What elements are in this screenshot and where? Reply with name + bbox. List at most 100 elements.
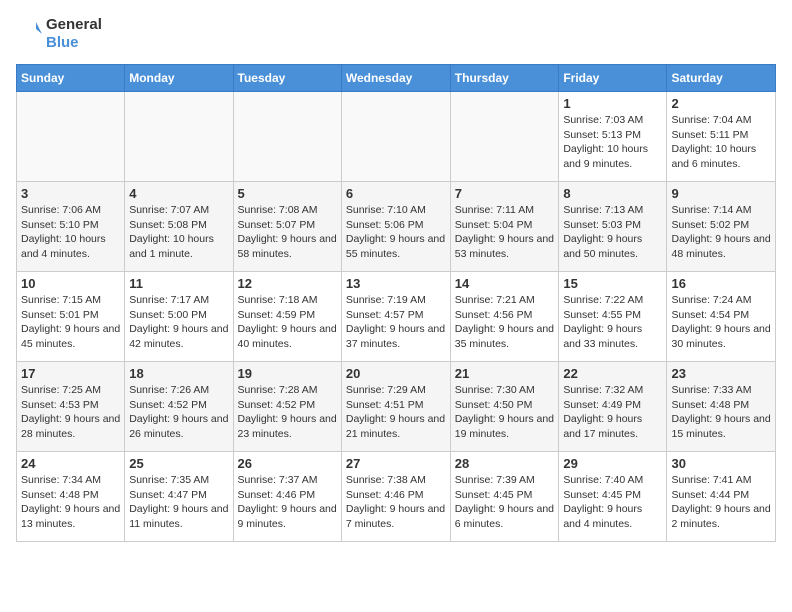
calendar-cell: 19 Sunrise: 7:28 AMSunset: 4:52 PMDayligh… <box>233 362 341 452</box>
day-info: Sunrise: 7:30 AMSunset: 4:50 PMDaylight:… <box>455 383 555 442</box>
day-info: Sunrise: 7:28 AMSunset: 4:52 PMDaylight:… <box>238 383 337 442</box>
day-info: Sunrise: 7:25 AMSunset: 4:53 PMDaylight:… <box>21 383 120 442</box>
logo-general: General <box>46 16 102 34</box>
day-number: 5 <box>238 186 337 201</box>
day-number: 11 <box>129 276 228 291</box>
day-number: 12 <box>238 276 337 291</box>
day-number: 27 <box>346 456 446 471</box>
page-header: General Blue <box>16 16 776 52</box>
day-info: Sunrise: 7:06 AMSunset: 5:10 PMDaylight:… <box>21 203 120 262</box>
calendar-cell: 22 Sunrise: 7:32 AMSunset: 4:49 PMDayligh… <box>559 362 667 452</box>
day-info: Sunrise: 7:38 AMSunset: 4:46 PMDaylight:… <box>346 473 446 532</box>
calendar-header: SundayMondayTuesdayWednesdayThursdayFrid… <box>17 65 776 92</box>
weekday-header-row: SundayMondayTuesdayWednesdayThursdayFrid… <box>17 65 776 92</box>
logo-graphic <box>16 18 44 50</box>
day-number: 29 <box>563 456 662 471</box>
day-info: Sunrise: 7:10 AMSunset: 5:06 PMDaylight:… <box>346 203 446 262</box>
calendar-week-row: 3 Sunrise: 7:06 AMSunset: 5:10 PMDaylight… <box>17 182 776 272</box>
calendar-cell: 13Sunrise: 7:19 AMSunset: 4:57 PMDayligh… <box>341 272 450 362</box>
day-number: 2 <box>671 96 771 111</box>
day-info: Sunrise: 7:40 AMSunset: 4:45 PMDaylight:… <box>563 473 662 532</box>
calendar-cell: 5 Sunrise: 7:08 AMSunset: 5:07 PMDaylight… <box>233 182 341 272</box>
calendar-cell: 15 Sunrise: 7:22 AMSunset: 4:55 PMDayligh… <box>559 272 667 362</box>
day-number: 24 <box>21 456 120 471</box>
calendar-cell <box>17 92 125 182</box>
calendar-table: SundayMondayTuesdayWednesdayThursdayFrid… <box>16 64 776 542</box>
calendar-cell: 21 Sunrise: 7:30 AMSunset: 4:50 PMDayligh… <box>450 362 559 452</box>
calendar-cell: 16Sunrise: 7:24 AMSunset: 4:54 PMDayligh… <box>667 272 776 362</box>
day-number: 6 <box>346 186 446 201</box>
calendar-cell: 14 Sunrise: 7:21 AMSunset: 4:56 PMDayligh… <box>450 272 559 362</box>
day-info: Sunrise: 7:14 AMSunset: 5:02 PMDaylight:… <box>671 203 771 262</box>
day-number: 26 <box>238 456 337 471</box>
calendar-cell <box>341 92 450 182</box>
day-info: Sunrise: 7:35 AMSunset: 4:47 PMDaylight:… <box>129 473 228 532</box>
day-number: 30 <box>671 456 771 471</box>
day-number: 7 <box>455 186 555 201</box>
calendar-cell <box>450 92 559 182</box>
day-info: Sunrise: 7:33 AMSunset: 4:48 PMDaylight:… <box>671 383 771 442</box>
day-info: Sunrise: 7:13 AMSunset: 5:03 PMDaylight:… <box>563 203 662 262</box>
day-info: Sunrise: 7:15 AMSunset: 5:01 PMDaylight:… <box>21 293 120 352</box>
weekday-header-tuesday: Tuesday <box>233 65 341 92</box>
calendar-cell: 8 Sunrise: 7:13 AMSunset: 5:03 PMDaylight… <box>559 182 667 272</box>
calendar-cell: 7 Sunrise: 7:11 AMSunset: 5:04 PMDaylight… <box>450 182 559 272</box>
day-number: 17 <box>21 366 120 381</box>
calendar-cell: 27 Sunrise: 7:38 AMSunset: 4:46 PMDayligh… <box>341 452 450 542</box>
calendar-cell: 24 Sunrise: 7:34 AMSunset: 4:48 PMDayligh… <box>17 452 125 542</box>
calendar-cell: 17 Sunrise: 7:25 AMSunset: 4:53 PMDayligh… <box>17 362 125 452</box>
calendar-cell: 29 Sunrise: 7:40 AMSunset: 4:45 PMDayligh… <box>559 452 667 542</box>
day-info: Sunrise: 7:18 AMSunset: 4:59 PMDaylight:… <box>238 293 337 352</box>
calendar-cell <box>233 92 341 182</box>
day-info: Sunrise: 7:21 AMSunset: 4:56 PMDaylight:… <box>455 293 555 352</box>
day-number: 8 <box>563 186 662 201</box>
weekday-header-thursday: Thursday <box>450 65 559 92</box>
calendar-week-row: 10 Sunrise: 7:15 AMSunset: 5:01 PMDayligh… <box>17 272 776 362</box>
day-number: 22 <box>563 366 662 381</box>
calendar-cell: 30Sunrise: 7:41 AMSunset: 4:44 PMDayligh… <box>667 452 776 542</box>
day-info: Sunrise: 7:17 AMSunset: 5:00 PMDaylight:… <box>129 293 228 352</box>
day-info: Sunrise: 7:24 AMSunset: 4:54 PMDaylight:… <box>671 293 771 352</box>
day-info: Sunrise: 7:34 AMSunset: 4:48 PMDaylight:… <box>21 473 120 532</box>
calendar-cell: 3 Sunrise: 7:06 AMSunset: 5:10 PMDaylight… <box>17 182 125 272</box>
weekday-header-saturday: Saturday <box>667 65 776 92</box>
day-number: 15 <box>563 276 662 291</box>
day-number: 18 <box>129 366 228 381</box>
calendar-cell: 25Sunrise: 7:35 AMSunset: 4:47 PMDayligh… <box>125 452 233 542</box>
day-info: Sunrise: 7:22 AMSunset: 4:55 PMDaylight:… <box>563 293 662 352</box>
day-info: Sunrise: 7:32 AMSunset: 4:49 PMDaylight:… <box>563 383 662 442</box>
day-number: 21 <box>455 366 555 381</box>
calendar-cell: 10 Sunrise: 7:15 AMSunset: 5:01 PMDayligh… <box>17 272 125 362</box>
logo-text-block: General Blue <box>46 16 102 52</box>
calendar-cell: 1Sunrise: 7:03 AMSunset: 5:13 PMDaylight… <box>559 92 667 182</box>
day-number: 3 <box>21 186 120 201</box>
day-info: Sunrise: 7:08 AMSunset: 5:07 PMDaylight:… <box>238 203 337 262</box>
day-info: Sunrise: 7:26 AMSunset: 4:52 PMDaylight:… <box>129 383 228 442</box>
day-number: 19 <box>238 366 337 381</box>
calendar-cell: 11 Sunrise: 7:17 AMSunset: 5:00 PMDayligh… <box>125 272 233 362</box>
weekday-header-wednesday: Wednesday <box>341 65 450 92</box>
day-info: Sunrise: 7:29 AMSunset: 4:51 PMDaylight:… <box>346 383 446 442</box>
day-number: 10 <box>21 276 120 291</box>
day-number: 4 <box>129 186 228 201</box>
weekday-header-sunday: Sunday <box>17 65 125 92</box>
calendar-cell <box>125 92 233 182</box>
day-info: Sunrise: 7:11 AMSunset: 5:04 PMDaylight:… <box>455 203 555 262</box>
calendar-cell: 26Sunrise: 7:37 AMSunset: 4:46 PMDayligh… <box>233 452 341 542</box>
day-number: 13 <box>346 276 446 291</box>
calendar-cell: 12 Sunrise: 7:18 AMSunset: 4:59 PMDayligh… <box>233 272 341 362</box>
calendar-cell: 20Sunrise: 7:29 AMSunset: 4:51 PMDayligh… <box>341 362 450 452</box>
day-number: 14 <box>455 276 555 291</box>
weekday-header-friday: Friday <box>559 65 667 92</box>
day-number: 23 <box>671 366 771 381</box>
calendar-cell: 23 Sunrise: 7:33 AMSunset: 4:48 PMDayligh… <box>667 362 776 452</box>
logo-blue: Blue <box>46 34 102 52</box>
calendar-week-row: 24 Sunrise: 7:34 AMSunset: 4:48 PMDayligh… <box>17 452 776 542</box>
day-info: Sunrise: 7:03 AMSunset: 5:13 PMDaylight:… <box>563 113 662 172</box>
day-info: Sunrise: 7:04 AMSunset: 5:11 PMDaylight:… <box>671 113 771 172</box>
day-info: Sunrise: 7:39 AMSunset: 4:45 PMDaylight:… <box>455 473 555 532</box>
weekday-header-monday: Monday <box>125 65 233 92</box>
calendar-cell: 4Sunrise: 7:07 AMSunset: 5:08 PMDaylight… <box>125 182 233 272</box>
calendar-week-row: 17 Sunrise: 7:25 AMSunset: 4:53 PMDayligh… <box>17 362 776 452</box>
calendar-cell: 2 Sunrise: 7:04 AMSunset: 5:11 PMDaylight… <box>667 92 776 182</box>
